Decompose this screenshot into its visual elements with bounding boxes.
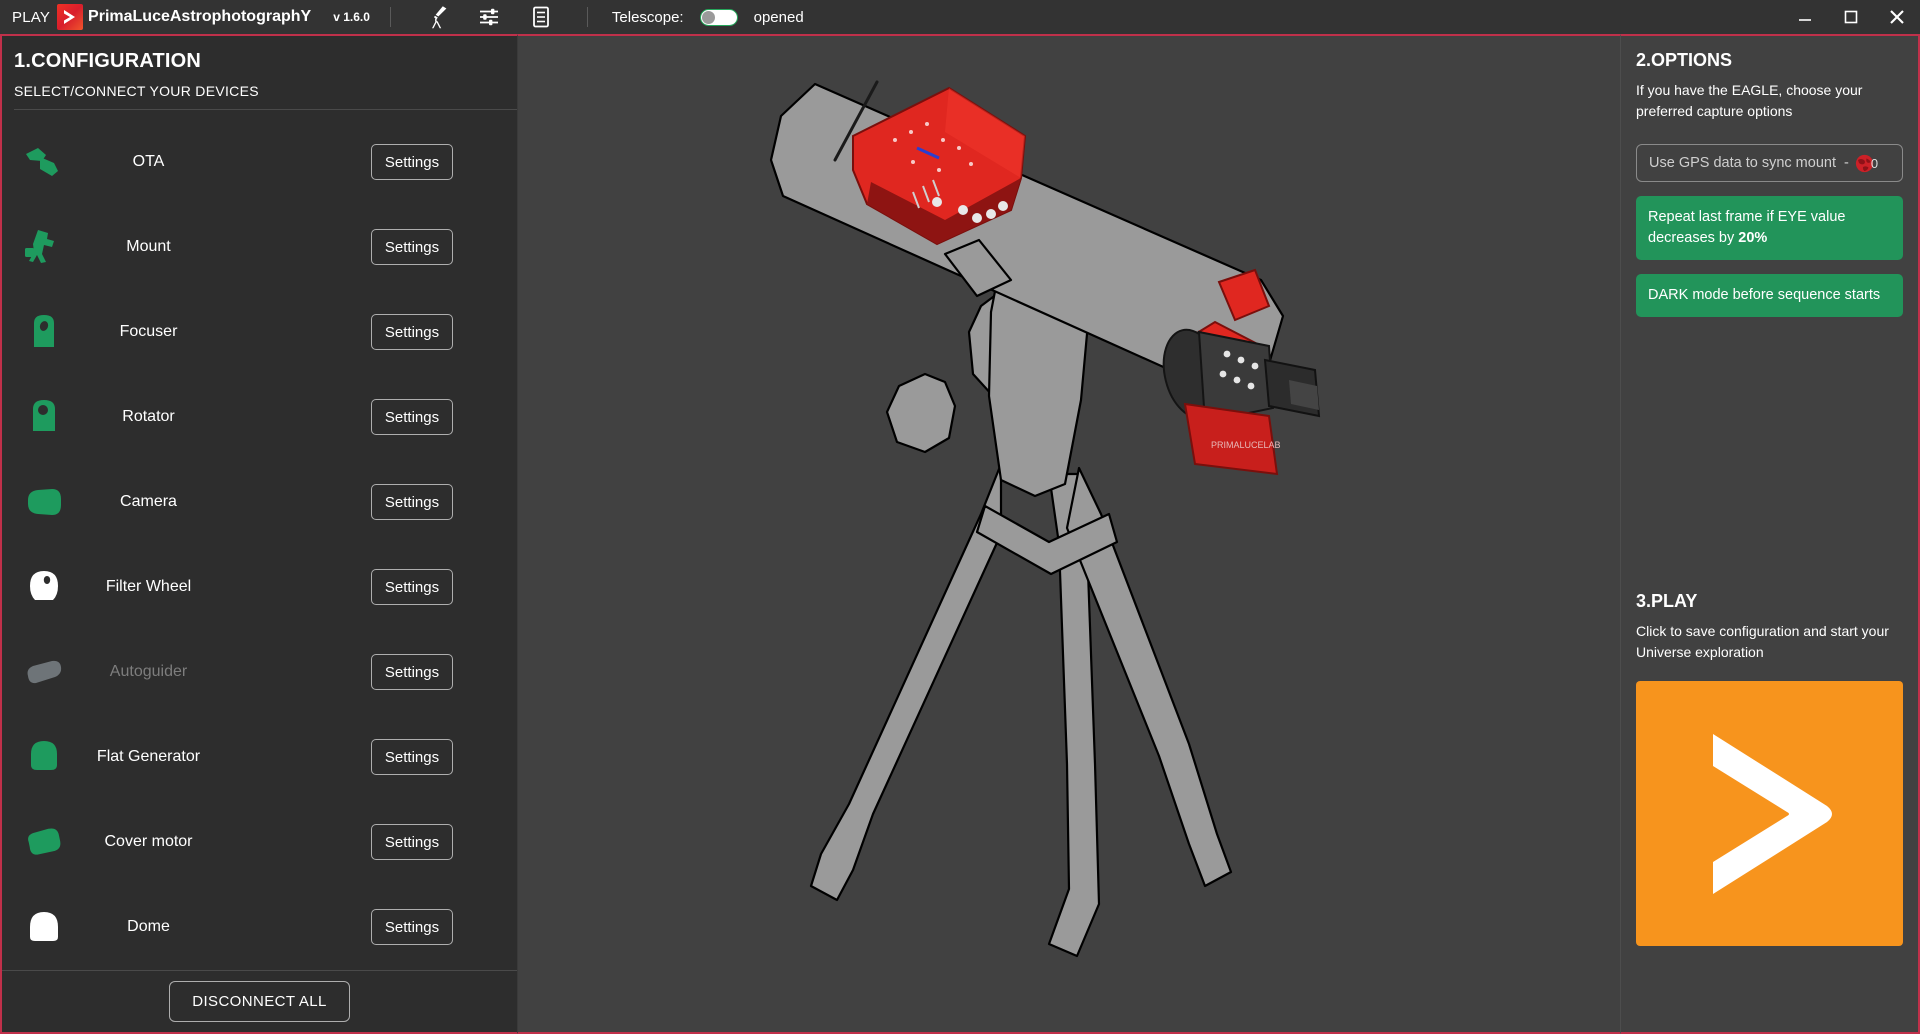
settings-button[interactable]: Settings — [371, 654, 453, 690]
device-row-dome: Dome Settings — [2, 885, 517, 970]
configuration-header: 1.CONFIGURATION SELECT/CONNECT YOUR DEVI… — [2, 36, 517, 120]
options-description: If you have the EAGLE, choose your prefe… — [1636, 82, 1863, 119]
disconnect-all-button[interactable]: DISCONNECT ALL — [169, 981, 350, 1022]
cover-motor-icon[interactable] — [12, 827, 76, 857]
device-label: OTA — [132, 153, 165, 170]
device-row-mount: Mount Settings — [2, 205, 517, 290]
gps-dash: - — [1843, 155, 1849, 171]
telescope-preview-panel: PRIMALUCELAB — [518, 34, 1620, 1034]
maximize-button[interactable] — [1828, 0, 1874, 34]
settings-button[interactable]: Settings — [371, 229, 453, 265]
play-title: 3.PLAY — [1636, 591, 1698, 611]
device-label: Filter Wheel — [105, 578, 192, 595]
chevron-right-icon — [1695, 724, 1845, 904]
camera-icon[interactable] — [12, 487, 76, 517]
play-button[interactable] — [1636, 681, 1903, 946]
repeat-option-value: 20% — [1738, 230, 1768, 246]
titlebar-divider-2 — [586, 7, 588, 27]
settings-button[interactable]: Settings — [371, 399, 453, 435]
device-row-camera: Camera Settings — [2, 460, 517, 545]
mount-icon[interactable] — [12, 228, 76, 266]
settings-button[interactable]: Settings — [371, 824, 453, 860]
telescope-label: Telescope: — [611, 8, 684, 26]
configuration-title: 1.CONFIGURATION — [14, 50, 202, 72]
settings-button[interactable]: Settings — [371, 909, 453, 945]
app-name: PrimaLuceAstrophotographY — [88, 8, 312, 25]
device-row-rotator: Rotator Settings — [2, 375, 517, 460]
primaluce-chevron-logo-icon — [57, 4, 84, 30]
device-row-autoguider: Autoguider Settings — [2, 630, 517, 715]
configuration-divider — [14, 109, 517, 110]
options-title: 2.OPTIONS — [1636, 50, 1733, 70]
app-version: v 1.6.0 — [333, 10, 370, 24]
device-row-focuser: Focuser Settings — [2, 290, 517, 375]
device-list: OTA Settings Mount Settings Focuser Setting… — [2, 120, 517, 970]
app-body: 1.CONFIGURATION SELECT/CONNECT YOUR DEVI… — [0, 34, 1920, 1034]
device-label: Mount — [126, 238, 171, 255]
settings-button[interactable]: Settings — [371, 739, 453, 775]
configuration-footer: DISCONNECT ALL — [2, 970, 517, 1032]
device-label: Rotator — [122, 408, 175, 425]
dark-mode-option-text: DARK mode before sequence starts — [1648, 287, 1881, 303]
device-row-cover-motor: Cover motor Settings — [2, 800, 517, 885]
play-description: Click to save configuration and start yo… — [1636, 623, 1889, 660]
settings-button[interactable]: Settings — [371, 484, 453, 520]
toggle-knob — [701, 10, 715, 24]
settings-button[interactable]: Settings — [371, 314, 453, 350]
use-gps-to-sync-mount-row[interactable]: Use GPS data to sync mount - 0 — [1636, 144, 1903, 182]
titlebar-play-word: PLAY — [12, 8, 51, 26]
repeat-last-frame-option-button[interactable]: Repeat last frame if EYE value decreases… — [1636, 196, 1903, 260]
telescope-state-text: opened — [753, 8, 804, 26]
device-row-flat-generator: Flat Generator Settings — [2, 715, 517, 800]
autoguider-icon[interactable] — [12, 659, 76, 685]
focuser-icon[interactable] — [12, 313, 76, 351]
device-label: Cover motor — [104, 833, 193, 850]
rotator-icon[interactable] — [12, 398, 76, 436]
settings-button[interactable]: Settings — [371, 569, 453, 605]
device-label: Flat Generator — [96, 748, 201, 765]
titlebar-divider-1 — [389, 7, 391, 27]
filter-wheel-icon[interactable] — [12, 568, 76, 606]
sliders-icon[interactable] — [476, 4, 502, 30]
title-bar: PLAY PrimaLuceAstrophotographY v 1.6.0 T… — [0, 0, 1920, 34]
dome-icon[interactable] — [12, 909, 76, 945]
window-controls — [1782, 0, 1920, 34]
settings-button[interactable]: Settings — [371, 144, 453, 180]
log-book-icon[interactable] — [528, 4, 554, 30]
options-play-panel: 2.OPTIONS If you have the EAGLE, choose … — [1620, 34, 1920, 1034]
device-row-ota: OTA Settings — [2, 120, 517, 205]
dark-mode-option-button[interactable]: DARK mode before sequence starts — [1636, 274, 1903, 317]
device-label: Camera — [120, 493, 177, 510]
telescope-toggle[interactable] — [699, 8, 738, 26]
minimize-button[interactable] — [1782, 0, 1828, 34]
play-section: 3.PLAY Click to save configuration and s… — [1636, 587, 1903, 946]
flat-generator-icon[interactable] — [12, 739, 76, 775]
gps-count: 0 — [1870, 155, 1879, 171]
configuration-subtitle: SELECT/CONNECT YOUR DEVICES — [14, 83, 259, 99]
configuration-panel: 1.CONFIGURATION SELECT/CONNECT YOUR DEVI… — [0, 34, 518, 1034]
telescope-illustration: PRIMALUCELAB — [769, 80, 1321, 958]
svg-text:PRIMALUCELAB: PRIMALUCELAB — [1211, 440, 1281, 450]
ota-tube-icon[interactable] — [12, 145, 76, 179]
device-label: Autoguider — [109, 663, 188, 680]
device-row-filter-wheel: Filter Wheel Settings — [2, 545, 517, 630]
device-label: Focuser — [119, 323, 178, 340]
device-label: Dome — [127, 918, 170, 935]
gps-label: Use GPS data to sync mount — [1649, 155, 1836, 171]
close-button[interactable] — [1874, 0, 1920, 34]
telescope-icon[interactable] — [424, 4, 450, 30]
